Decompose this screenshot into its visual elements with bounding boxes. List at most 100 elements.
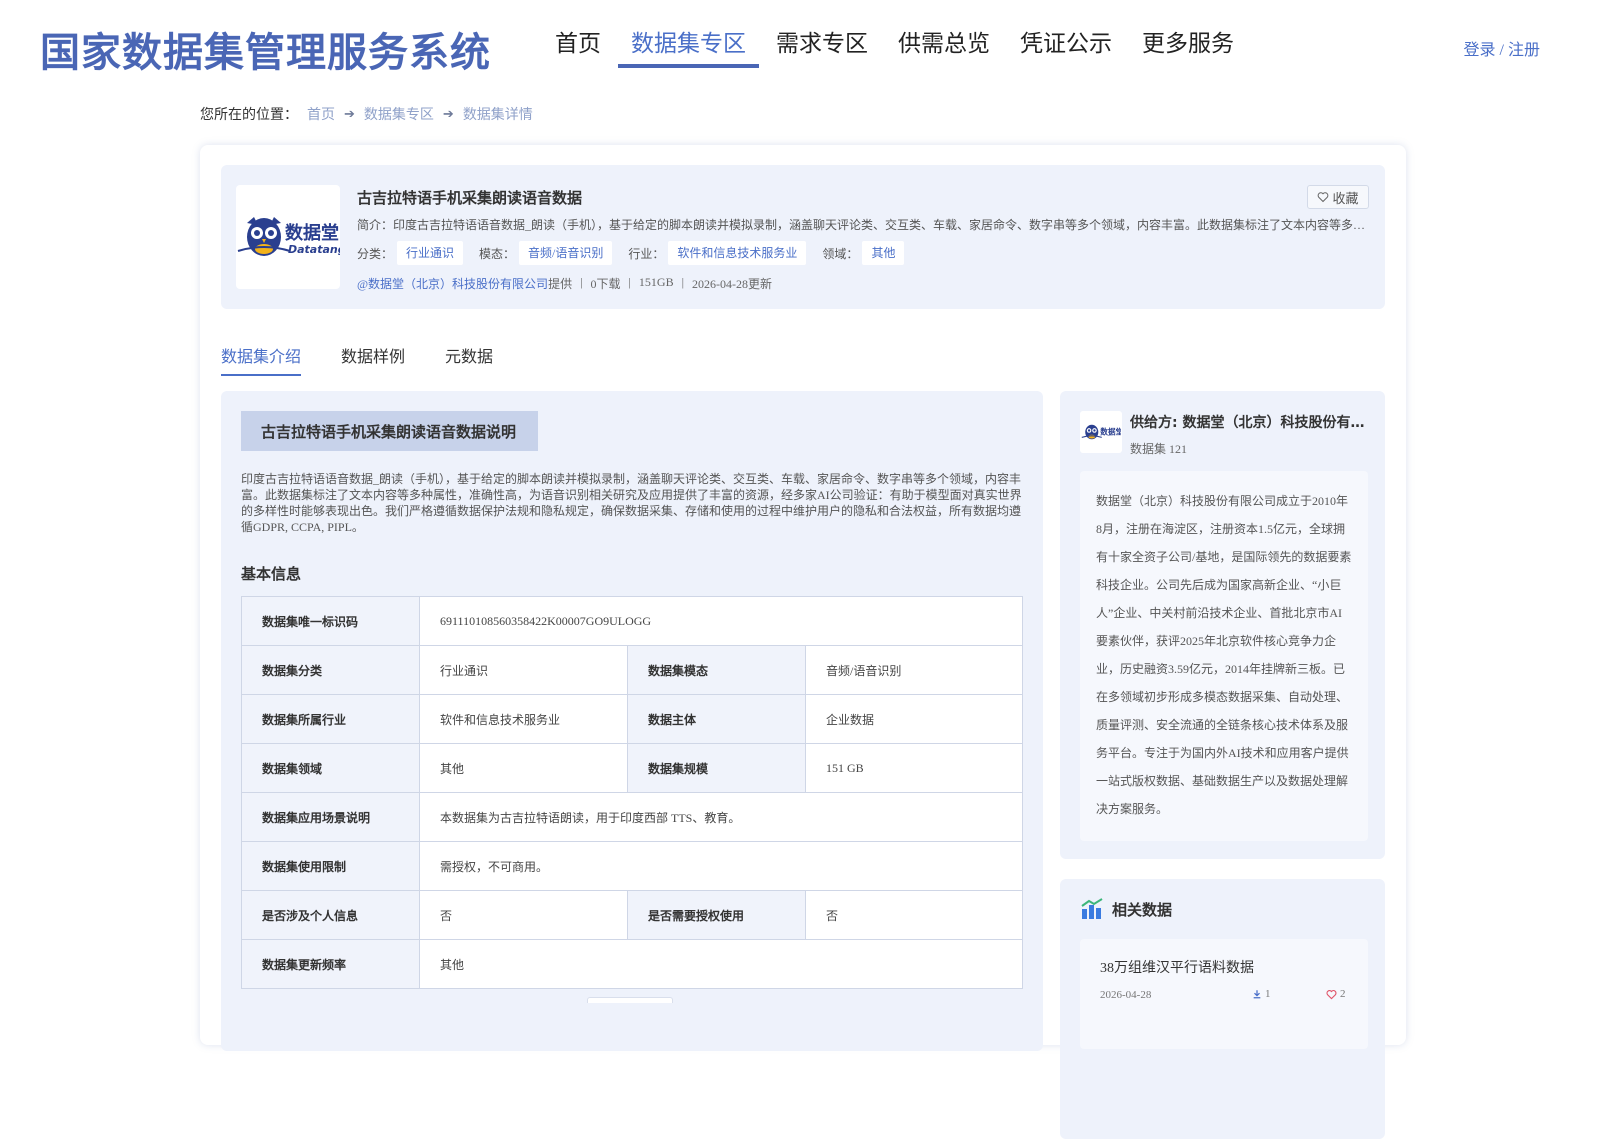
dataset-intro: 简介：印度古吉拉特语语音数据_朗读（手机），基于给定的脚本朗读并模拟录制，涵盖聊… <box>357 218 1369 232</box>
download-icon <box>1253 990 1261 999</box>
tag-modality[interactable]: 音频/语音识别 <box>519 241 613 265</box>
arrow-right-icon: ➔ <box>442 106 454 121</box>
meta-separator: | <box>580 275 583 289</box>
arrow-right-icon: ➔ <box>344 106 355 121</box>
info-value: 其他 <box>419 743 628 793</box>
info-key: 数据集应用场景说明 <box>241 792 420 842</box>
nav-more-services[interactable]: 更多服务 <box>1127 0 1249 68</box>
update-date: 2026-04-28更新 <box>691 277 772 291</box>
logo-text: 数据堂 <box>1100 426 1121 436</box>
provider-logo: 数据堂 Datatang <box>236 185 340 289</box>
info-value: 其他 <box>419 939 1023 989</box>
info-key: 数据集模态 <box>627 645 806 695</box>
tab-metadata[interactable]: 元数据 <box>445 343 493 376</box>
pagination-control[interactable] <box>587 997 673 1003</box>
info-key: 是否涉及个人信息 <box>241 890 420 940</box>
breadcrumb-prefix: 您所在的位置： <box>200 108 298 123</box>
logo-text: 数据堂 <box>285 222 339 244</box>
provider-avatar[interactable]: 数据堂 <box>1080 411 1122 453</box>
info-key: 是否需要授权使用 <box>627 890 806 940</box>
nav-home[interactable]: 首页 <box>540 0 616 68</box>
info-key: 数据主体 <box>627 694 806 744</box>
nav-certificates[interactable]: 凭证公示 <box>1005 0 1127 68</box>
dataset-detail-card: 数据堂 Datatang 古吉拉特语手机采集朗读语音数据 收藏 简介：印度古吉拉… <box>200 145 1406 1139</box>
info-key: 数据集使用限制 <box>241 841 420 891</box>
info-value: 软件和信息技术服务业 <box>419 694 628 744</box>
provider-card: 数据堂 供给方: 数据堂（北京）科技股份有限公司 数据集 121 数据堂（北京）… <box>1060 391 1385 859</box>
provider-suffix: 提供 <box>548 277 573 291</box>
dataset-tags: 分类： 行业通识 模态： 音频/语音识别 行业： 软件和信息技术服务业 领域： … <box>357 241 920 265</box>
tab-intro[interactable]: 数据集介绍 <box>221 343 302 376</box>
tab-samples[interactable]: 数据样例 <box>341 343 405 376</box>
meta-separator: | <box>628 275 631 289</box>
site-title[interactable]: 国家数据集管理服务系统 <box>40 20 491 78</box>
info-value: 企业数据 <box>805 694 1023 744</box>
site-header: 国家数据集管理服务系统 首页 数据集专区 需求专区 供需总览 凭证公示 更多服务… <box>0 0 1600 90</box>
info-value: 需授权，不可商用。 <box>419 841 1023 891</box>
table-row: 数据集所属行业 软件和信息技术服务业 数据主体 企业数据 <box>241 694 1023 744</box>
nav-datasets[interactable]: 数据集专区 <box>616 0 761 68</box>
info-key: 数据集更新频率 <box>241 939 420 989</box>
info-value: 151 GB <box>805 743 1023 793</box>
like-count: 2 <box>1340 988 1346 1000</box>
bar-chart-icon <box>1081 898 1103 919</box>
related-data-card: 相关数据 38万组维汉平行语料数据 2026-04-28 1 2 <box>1060 879 1385 1139</box>
tag-industry[interactable]: 软件和信息技术服务业 <box>668 241 807 265</box>
provider-link[interactable]: @数据堂（北京）科技股份有限公司 <box>357 277 548 291</box>
table-row: 数据集分类 行业通识 数据集模态 音频/语音识别 <box>241 645 1023 695</box>
breadcrumb-current: 数据集详情 <box>462 108 533 123</box>
info-key: 数据集领域 <box>241 743 420 793</box>
info-value: 否 <box>419 890 628 940</box>
detail-tabs: 数据集介绍 数据样例 元数据 <box>221 343 493 376</box>
table-row: 数据集唯一标识码 691110108560358422K00007GO9ULOG… <box>241 596 1023 646</box>
info-value: 否 <box>805 890 1023 940</box>
table-row: 是否涉及个人信息 否 是否需要授权使用 否 <box>241 890 1023 940</box>
nav-demands[interactable]: 需求专区 <box>761 0 883 68</box>
basic-info-table: 数据集唯一标识码 691110108560358422K00007GO9ULOG… <box>241 596 1023 989</box>
list-item[interactable]: 38万组维汉平行语料数据 2026-04-28 1 2 <box>1080 939 1368 1049</box>
breadcrumb: 您所在的位置： 首页 ➔ 数据集专区 ➔ 数据集详情 <box>200 104 533 124</box>
related-item-title[interactable]: 38万组维汉平行语料数据 <box>1100 957 1254 977</box>
nav-overview[interactable]: 供需总览 <box>883 0 1005 68</box>
favorite-button[interactable]: 收藏 <box>1307 185 1369 209</box>
info-key: 数据集所属行业 <box>241 694 420 744</box>
info-key: 数据集分类 <box>241 645 420 695</box>
heart-outline-icon <box>1318 192 1329 203</box>
tag-modality-label: 模态： <box>479 246 516 261</box>
dataset-title: 古吉拉特语手机采集朗读语音数据 <box>357 189 583 207</box>
intro-section-title: 古吉拉特语手机采集朗读语音数据说明 <box>241 411 538 451</box>
dataset-summary: 数据堂 Datatang 古吉拉特语手机采集朗读语音数据 收藏 简介：印度古吉拉… <box>221 165 1385 309</box>
meta-separator: | <box>681 275 684 289</box>
dataset-size: 151GB <box>638 275 674 289</box>
basic-info-title: 基本信息 <box>241 565 302 583</box>
main-nav: 首页 数据集专区 需求专区 供需总览 凭证公示 更多服务 <box>540 0 1249 68</box>
provider-description: 数据堂（北京）科技股份有限公司成立于2010年8月，注册在海淀区，注册资本1.5… <box>1080 471 1368 841</box>
favorite-label: 收藏 <box>1332 190 1359 206</box>
info-value: 音频/语音识别 <box>805 645 1023 695</box>
datatang-logo-icon: 数据堂 <box>1081 424 1121 440</box>
download-count: 1 <box>1265 988 1271 1000</box>
info-value: 691110108560358422K00007GO9ULOGG <box>419 596 1023 646</box>
table-row: 数据集更新频率 其他 <box>241 939 1023 989</box>
related-item-date: 2026-04-28 <box>1100 989 1152 1001</box>
provider-dataset-count: 数据集 121 <box>1130 442 1188 456</box>
info-key: 数据集唯一标识码 <box>241 596 420 646</box>
intro-panel: 古吉拉特语手机采集朗读语音数据说明 印度古吉拉特语语音数据_朗读（手机），基于给… <box>221 391 1043 1051</box>
login-register-link[interactable]: 登录 / 注册 <box>1464 36 1540 60</box>
table-row: 数据集使用限制 需授权，不可商用。 <box>241 841 1023 891</box>
heart-outline-icon <box>1326 989 1337 999</box>
dataset-meta: @数据堂（北京）科技股份有限公司提供 | 0下载 | 151GB | 2026-… <box>357 275 772 292</box>
tag-industry-label: 行业： <box>628 246 665 261</box>
tag-category[interactable]: 行业通识 <box>397 241 464 265</box>
tag-field[interactable]: 其他 <box>862 241 905 265</box>
related-item-downloads: 1 <box>1252 988 1271 1000</box>
provider-name[interactable]: 供给方: 数据堂（北京）科技股份有限公司 <box>1130 412 1368 432</box>
table-row: 数据集应用场景说明 本数据集为古吉拉特语朗读，用于印度西部 TTS、教育。 <box>241 792 1023 842</box>
related-data-title: 相关数据 <box>1112 900 1173 919</box>
logo-subtext: Datatang <box>288 243 340 256</box>
datatang-logo-icon: 数据堂 Datatang <box>237 217 340 256</box>
breadcrumb-home[interactable]: 首页 <box>307 104 335 124</box>
info-value: 本数据集为古吉拉特语朗读，用于印度西部 TTS、教育。 <box>419 792 1023 842</box>
breadcrumb-datasets[interactable]: 数据集专区 <box>364 104 434 124</box>
tag-field-label: 领域： <box>822 246 859 261</box>
